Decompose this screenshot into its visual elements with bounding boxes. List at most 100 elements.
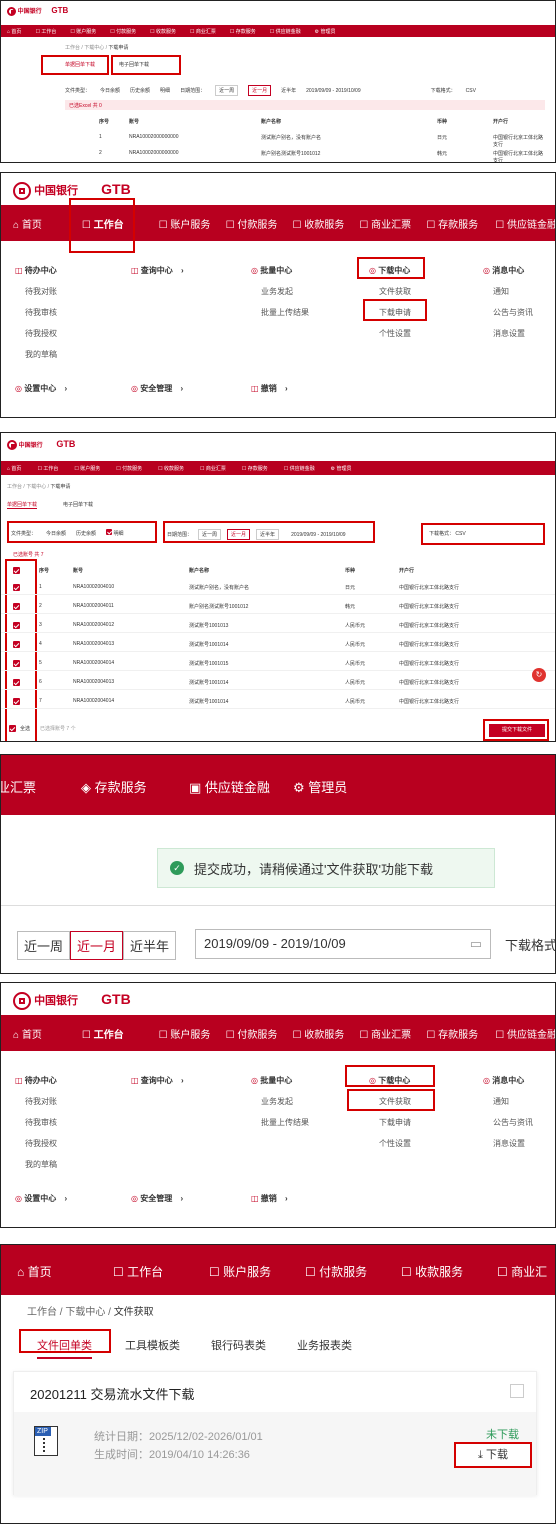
- menu-item[interactable]: 公告与资讯: [493, 1117, 533, 1128]
- nav-workbench[interactable]: ☐ 工作台: [82, 216, 159, 231]
- nav-collection[interactable]: ☐ 收款服务: [293, 1026, 360, 1041]
- type-history[interactable]: 历史余额: [76, 530, 96, 537]
- nav-supply[interactable]: ☐ 供应链金融: [495, 216, 555, 231]
- nav-workbench[interactable]: ☐ 工作台: [82, 1026, 159, 1041]
- menu-item[interactable]: 待我审核: [25, 1117, 57, 1128]
- tab-bill-receipt[interactable]: 单据回单下载: [65, 61, 95, 68]
- nav-home[interactable]: ⌂ 首页: [13, 1026, 82, 1041]
- tab-bank-codes[interactable]: 银行码表类: [211, 1337, 266, 1353]
- nav-supply[interactable]: ☐ 供应链金融: [495, 1026, 555, 1041]
- nav-workbench[interactable]: ☐ 工作台: [35, 28, 56, 35]
- range-half[interactable]: 近半年: [123, 931, 177, 960]
- submit-download-button[interactable]: 提交下载文件: [489, 724, 545, 737]
- nav-account[interactable]: ☐ 账户服务: [74, 465, 100, 472]
- menu-item[interactable]: 消息设置: [493, 1138, 533, 1149]
- menu-item[interactable]: 个性设置: [379, 1138, 411, 1149]
- tab-business-reports[interactable]: 业务报表类: [297, 1337, 352, 1353]
- range-month[interactable]: 近一月: [70, 931, 124, 960]
- select-all-label[interactable]: 全选: [20, 725, 30, 732]
- nav-supply[interactable]: ☐ 供应链金融: [270, 28, 301, 35]
- nav-payment[interactable]: ☐ 付款服务: [110, 28, 136, 35]
- table-row[interactable]: 7 NRA10002004014 测试账号1001014 人民币元 中国银行北京工体北路…: [1, 695, 555, 709]
- nav-account[interactable]: ☐ 账户服务: [159, 1026, 226, 1041]
- file-card-checkbox[interactable]: [510, 1384, 524, 1398]
- nav-deposit[interactable]: ☐ 存款服务: [242, 465, 268, 472]
- menu-item[interactable]: 通知: [493, 1096, 533, 1107]
- tab-e-receipt[interactable]: 电子回单下载: [119, 61, 149, 68]
- row-checkbox[interactable]: [13, 584, 20, 591]
- tab-e-receipt[interactable]: 电子回单下载: [63, 501, 93, 508]
- range-month[interactable]: 近一月: [227, 529, 251, 540]
- row-checkbox[interactable]: [13, 641, 20, 648]
- download-button[interactable]: ⤓ 下载: [454, 1442, 532, 1468]
- nav-account[interactable]: ☐ 账户服务: [159, 216, 226, 231]
- date-range-input[interactable]: 2019/09/09 - 2019/10/09 ▭: [195, 929, 491, 959]
- nav-bill[interactable]: ☐ 商业汇: [497, 1263, 547, 1280]
- table-row[interactable]: 4 NRA10002004013 测试账号1001014 人民币元 中国银行北京工体北路…: [1, 638, 555, 652]
- nav-collection[interactable]: ☐ 收款服务: [158, 465, 184, 472]
- nav-bill[interactable]: ☐ 商业汇票: [359, 1026, 426, 1041]
- format-filter[interactable]: 下载格式： CSV: [429, 530, 466, 537]
- row-checkbox[interactable]: [13, 622, 20, 629]
- menu-query[interactable]: ◫ 查询中心 ›: [131, 265, 184, 276]
- menu-item[interactable]: 我的草稿: [25, 349, 57, 360]
- nav-payment[interactable]: ☐ 付款服务: [226, 216, 293, 231]
- nav-supply[interactable]: ▣ 供应链金融: [189, 777, 270, 796]
- row-checkbox[interactable]: [13, 698, 20, 705]
- type-detail[interactable]: 明细: [106, 529, 123, 537]
- nav-deposit[interactable]: ☐ 存款服务: [426, 216, 495, 231]
- select-all-checkbox[interactable]: [13, 567, 20, 574]
- menu-item[interactable]: 待我授权: [25, 328, 57, 339]
- nav-bill[interactable]: ☐ 商业汇票: [190, 28, 216, 35]
- nav-admin[interactable]: ⚙ 管理员: [293, 777, 347, 796]
- nav-home[interactable]: ⌂ 首页: [13, 216, 82, 231]
- nav-home[interactable]: ⌂ 首页: [7, 28, 21, 35]
- type-today[interactable]: 今日余额: [100, 87, 120, 94]
- nav-supply[interactable]: ☐ 供应链金融: [284, 465, 315, 472]
- menu-security[interactable]: ◎ 安全管理 ›: [131, 383, 183, 394]
- nav-bill[interactable]: 业汇票: [1, 777, 36, 796]
- type-detail[interactable]: 明细: [160, 87, 170, 94]
- nav-collection[interactable]: ☐ 收款服务: [293, 216, 360, 231]
- nav-deposit[interactable]: ◈ 存款服务: [81, 777, 147, 796]
- nav-payment[interactable]: ☐ 付款服务: [305, 1263, 367, 1280]
- range-week[interactable]: 近一周: [215, 85, 239, 96]
- range-half[interactable]: 近半年: [256, 529, 280, 540]
- nav-collection[interactable]: ☐ 收款服务: [150, 28, 176, 35]
- select-all-checkbox[interactable]: [9, 725, 16, 732]
- range-week[interactable]: 近一周: [17, 931, 71, 960]
- tab-receipt-files[interactable]: 文件回单类: [37, 1337, 92, 1359]
- nav-home[interactable]: ⌂ 首页: [7, 465, 21, 472]
- menu-item[interactable]: 业务发起: [261, 1096, 309, 1107]
- table-row[interactable]: 5 NRA10002004014 测试账号1001015 人民币元 中国银行北京工体北路…: [1, 657, 555, 671]
- tab-tool-templates[interactable]: 工具模板类: [125, 1337, 180, 1353]
- row-checkbox[interactable]: [13, 679, 20, 686]
- menu-item[interactable]: 待我审核: [25, 307, 57, 318]
- menu-settings[interactable]: ◎ 设置中心 ›: [15, 1193, 67, 1204]
- row-checkbox[interactable]: [13, 603, 20, 610]
- table-row[interactable]: 2 NRA10002004011 账户别名测试账号1001012 韩元 中国银行北京工体…: [1, 600, 555, 614]
- menu-item-file-get[interactable]: 文件获取: [379, 1096, 411, 1107]
- date-range-input[interactable]: 2019/09/09 - 2019/10/09: [306, 88, 361, 94]
- menu-item[interactable]: 个性设置: [379, 328, 411, 339]
- nav-bill[interactable]: ☐ 商业汇票: [359, 216, 426, 231]
- nav-account[interactable]: ☐ 账户服务: [209, 1263, 271, 1280]
- nav-home[interactable]: ⌂ 首页: [17, 1263, 52, 1280]
- menu-item[interactable]: 待我对账: [25, 286, 57, 297]
- menu-item[interactable]: 通知: [493, 286, 533, 297]
- menu-revoke[interactable]: ◫ 撤销 ›: [251, 1193, 288, 1204]
- menu-item[interactable]: 消息设置: [493, 328, 533, 339]
- table-row[interactable]: 3 NRA10002004012 测试账号1001013 人民币元 中国银行北京工体北路…: [1, 619, 555, 633]
- nav-deposit[interactable]: ☐ 存款服务: [230, 28, 256, 35]
- menu-item[interactable]: 我的草稿: [25, 1159, 57, 1170]
- nav-bill[interactable]: ☐ 商业汇票: [200, 465, 226, 472]
- range-week[interactable]: 近一周: [198, 529, 222, 540]
- date-range-input[interactable]: 2019/09/09 - 2019/10/09: [291, 532, 346, 538]
- menu-item-download-apply[interactable]: 下载申请: [379, 1117, 411, 1128]
- nav-admin[interactable]: ⚙ 管理员: [315, 28, 336, 35]
- menu-settings[interactable]: ◎ 设置中心 ›: [15, 383, 67, 394]
- nav-collection[interactable]: ☐ 收款服务: [401, 1263, 463, 1280]
- menu-item-download-apply[interactable]: 下载申请: [379, 307, 411, 318]
- menu-item[interactable]: 待我对账: [25, 1096, 57, 1107]
- tab-bill-receipt[interactable]: 单据回单下载: [7, 501, 38, 509]
